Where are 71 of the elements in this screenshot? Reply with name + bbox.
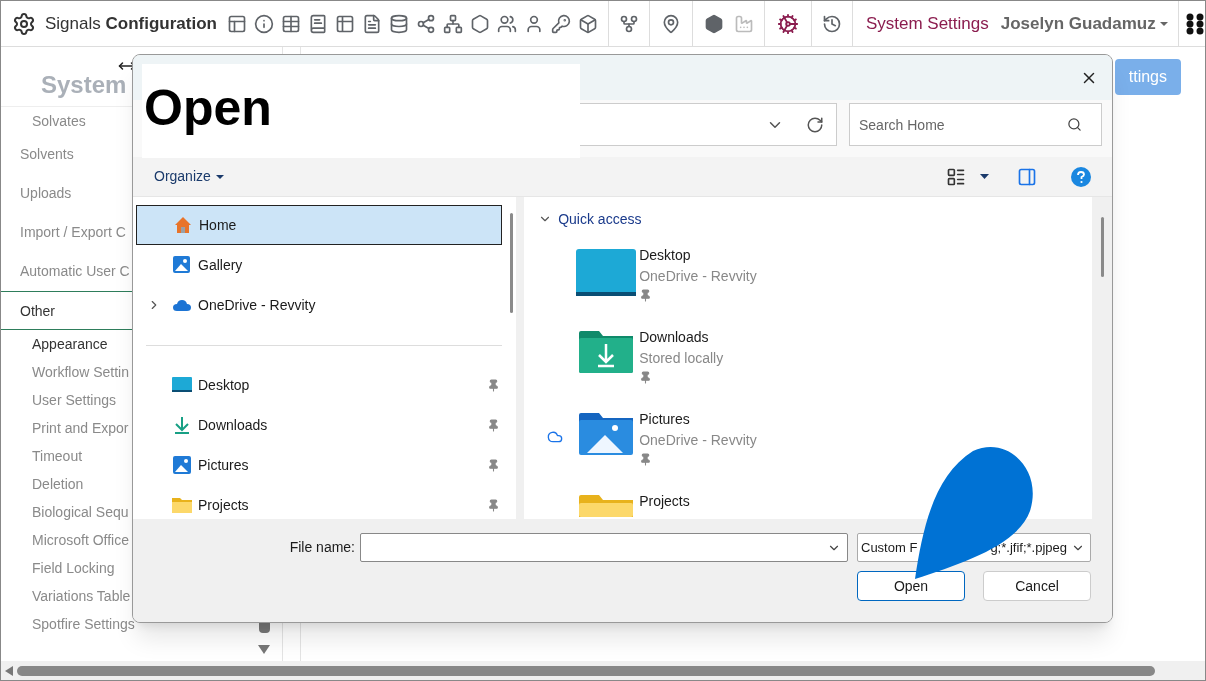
search-icon[interactable] [1067, 117, 1082, 132]
downloads-folder-icon [578, 331, 633, 373]
pin-icon [487, 498, 501, 512]
folder-icon [578, 495, 633, 517]
pictures-folder-icon [578, 413, 633, 455]
search-field[interactable]: Search Home [849, 103, 1102, 146]
item-name: Pictures [639, 410, 691, 429]
table-icon[interactable] [280, 13, 301, 34]
database-icon[interactable] [388, 13, 409, 34]
desktop-icon [172, 377, 192, 393]
navigation-item[interactable]: Gallery [136, 245, 503, 285]
gallery-icon [172, 255, 192, 275]
quick-access-item[interactable]: Downloads Stored locally [538, 311, 1093, 393]
pin-icon [487, 418, 501, 432]
navigation-item[interactable]: Downloads [136, 405, 503, 445]
download-icon [172, 415, 192, 435]
users-icon[interactable] [496, 13, 517, 34]
field-label: File name: [289, 538, 355, 557]
navigation-item[interactable]: Pictures [136, 445, 503, 485]
open-button[interactable]: Open [857, 571, 965, 601]
key-icon[interactable] [550, 13, 571, 34]
item-name: Projects [639, 492, 690, 511]
item-location: OneDrive - Revvity [639, 267, 757, 286]
organize-menu[interactable]: Organize [154, 166, 224, 187]
apps-grid-icon[interactable] [1185, 12, 1204, 35]
info-icon[interactable] [253, 13, 274, 34]
hexagon-icon[interactable] [469, 13, 490, 34]
history-icon[interactable] [821, 13, 842, 34]
share-icon[interactable] [415, 13, 436, 34]
nav-link[interactable]: System Settings [865, 10, 989, 37]
network-icon[interactable] [442, 13, 463, 34]
item-location: Stored locally [639, 349, 724, 368]
view-icon[interactable] [946, 166, 966, 187]
help-icon[interactable] [1071, 166, 1091, 187]
dialog-title-block: Open [142, 64, 580, 158]
caret-icon[interactable] [980, 174, 989, 179]
user-menu[interactable]: Joselyn Guadamuz [1000, 10, 1168, 37]
home-icon [173, 215, 193, 235]
cube-icon[interactable] [577, 13, 598, 34]
picture-icon [172, 455, 192, 475]
cancel-button[interactable]: Cancel [983, 571, 1091, 601]
desktop-folder-icon [575, 249, 636, 297]
scrollbar-thumb[interactable] [17, 665, 1155, 676]
quick-access-item[interactable]: Desktop OneDrive - Revvity [538, 229, 1093, 311]
refresh-icon[interactable] [806, 115, 824, 134]
quick-access-item[interactable]: Projects [538, 475, 1093, 519]
pin-icon [487, 378, 501, 392]
layout-icon[interactable] [226, 13, 247, 34]
item-name: Downloads [639, 328, 710, 347]
navigation-item[interactable]: Desktop [136, 365, 503, 405]
quick-access-item[interactable]: Pictures OneDrive - Revvity [538, 393, 1093, 475]
grid-icon[interactable] [334, 13, 355, 34]
settings-icon[interactable] [12, 11, 36, 36]
navigation-item[interactable]: Projects [136, 485, 503, 525]
navigation-item[interactable]: OneDrive - Revvity [136, 285, 503, 325]
navigation-item[interactable]: Home [136, 205, 503, 245]
item-name: Desktop [639, 246, 692, 265]
gears-icon[interactable] [776, 12, 799, 35]
folder-icon [172, 497, 192, 513]
scrollbar-thumb[interactable] [510, 213, 514, 313]
branch-icon[interactable] [618, 13, 639, 34]
preview-pane-icon[interactable] [1017, 166, 1037, 187]
section-header[interactable]: Quick access [538, 209, 642, 229]
scrollbar-thumb[interactable] [1100, 217, 1104, 277]
hexagon-icon[interactable] [703, 13, 724, 34]
pin-icon [487, 458, 501, 472]
file-name-field[interactable] [360, 533, 848, 562]
scroll-down-icon[interactable] [258, 645, 270, 654]
scroll-left-icon[interactable] [5, 665, 13, 676]
item-location: OneDrive - Revvity [639, 431, 757, 450]
app-title: Signals Configuration [45, 12, 217, 35]
